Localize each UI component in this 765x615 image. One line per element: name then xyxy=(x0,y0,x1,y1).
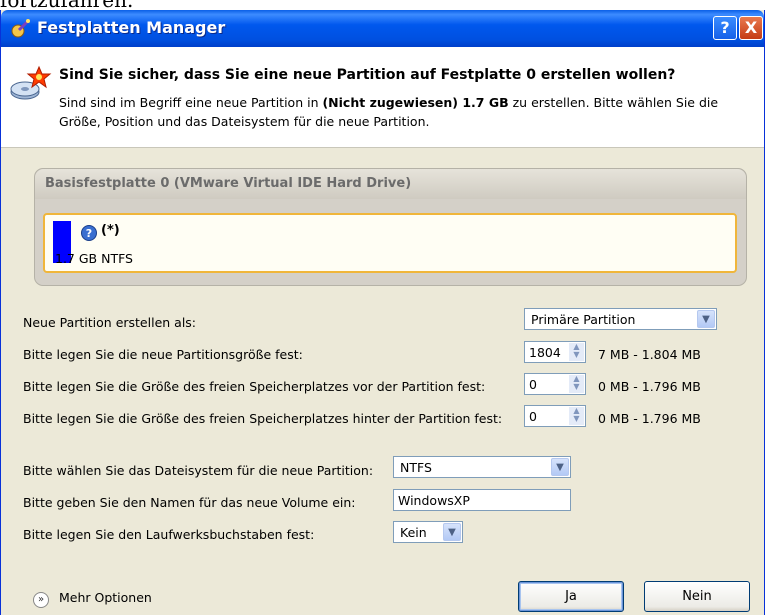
space-after-spinner[interactable]: 0 ▲ ▼ xyxy=(524,405,586,427)
space-before-spinner[interactable]: 0 ▲ ▼ xyxy=(524,373,586,395)
chevron-down-icon[interactable]: ▼ xyxy=(443,523,461,541)
drive-letter-select[interactable]: Kein ▼ xyxy=(393,521,463,543)
wizard-icon xyxy=(11,19,30,38)
more-options-link[interactable]: Mehr Optionen xyxy=(59,590,152,605)
spin-arrows-icon[interactable]: ▲ ▼ xyxy=(569,375,584,393)
partition-name: (*) xyxy=(101,223,120,238)
chevron-down-icon[interactable]: ▼ xyxy=(551,458,569,476)
background-document-text: fortzufahren. xyxy=(0,0,134,12)
no-button[interactable]: Nein xyxy=(644,581,750,612)
volume-name-value: WindowsXP xyxy=(398,493,470,508)
volume-name-label: Bitte geben Sie den Namen für das neue V… xyxy=(23,495,356,510)
close-button[interactable]: X xyxy=(739,16,763,40)
title-bar[interactable]: Festplatten Manager ? X xyxy=(1,10,764,47)
size-label: Bitte legen Sie die neue Partitionsgröße… xyxy=(23,347,303,362)
dialog-header: Sind Sie sicher, dass Sie eine neue Part… xyxy=(1,47,764,148)
filesystem-label: Bitte wählen Sie das Dateisystem für die… xyxy=(23,463,374,478)
chevron-down-icon[interactable]: ▼ xyxy=(697,310,715,328)
yes-button[interactable]: Ja xyxy=(518,581,624,612)
drive-letter-label: Bitte legen Sie den Laufwerksbuchstaben … xyxy=(23,527,315,542)
partition-block[interactable]: ? (*) 1.7 GB NTFS xyxy=(43,213,737,273)
disk-panel: Basisfestplatte 0 (VMware Virtual IDE Ha… xyxy=(34,168,747,286)
header-title: Sind Sie sicher, dass Sie eine neue Part… xyxy=(59,67,676,83)
filesystem-value: NTFS xyxy=(400,460,432,475)
window-title: Festplatten Manager xyxy=(37,18,226,37)
svg-text:?: ? xyxy=(86,227,92,240)
help-circle-icon: ? xyxy=(81,225,97,241)
space-after-value: 0 xyxy=(529,409,537,424)
partition-type-value: Primäre Partition xyxy=(531,312,636,327)
partition-size-value: 1804 xyxy=(529,345,561,360)
help-button[interactable]: ? xyxy=(713,16,737,40)
space-after-range: 0 MB - 1.796 MB xyxy=(598,411,701,426)
header-description: Sind sind im Begriff eine neue Partition… xyxy=(59,93,749,131)
disk-star-icon xyxy=(10,65,52,100)
filesystem-select[interactable]: NTFS ▼ xyxy=(393,456,571,478)
spin-arrows-icon[interactable]: ▲ ▼ xyxy=(569,343,584,361)
desc-prefix: Sind sind im Begriff eine neue Partition… xyxy=(59,95,323,110)
disk-title-bar: Basisfestplatte 0 (VMware Virtual IDE Ha… xyxy=(35,169,746,199)
expand-circle-icon[interactable]: » xyxy=(33,592,49,608)
size-range: 7 MB - 1.804 MB xyxy=(598,347,701,362)
space-before-value: 0 xyxy=(529,377,537,392)
partition-size: 1.7 GB NTFS xyxy=(55,251,133,266)
space-before-range: 0 MB - 1.796 MB xyxy=(598,379,701,394)
space-after-label: Bitte legen Sie die Größe des freien Spe… xyxy=(23,411,503,426)
disk-title: Basisfestplatte 0 (VMware Virtual IDE Ha… xyxy=(45,176,412,191)
partition-size-spinner[interactable]: 1804 ▲ ▼ xyxy=(524,341,586,363)
spin-arrows-icon[interactable]: ▲ ▼ xyxy=(569,407,584,425)
drive-letter-value: Kein xyxy=(400,525,427,540)
volume-name-input[interactable]: WindowsXP xyxy=(393,489,571,511)
desc-bold: (Nicht zugewiesen) 1.7 GB xyxy=(322,95,509,110)
dialog-window: Festplatten Manager ? X Sind Sie sicher,… xyxy=(0,10,765,615)
partition-type-select[interactable]: Primäre Partition ▼ xyxy=(524,308,717,330)
space-before-label: Bitte legen Sie die Größe des freien Spe… xyxy=(23,379,486,394)
create-as-label: Neue Partition erstellen als: xyxy=(23,315,197,330)
